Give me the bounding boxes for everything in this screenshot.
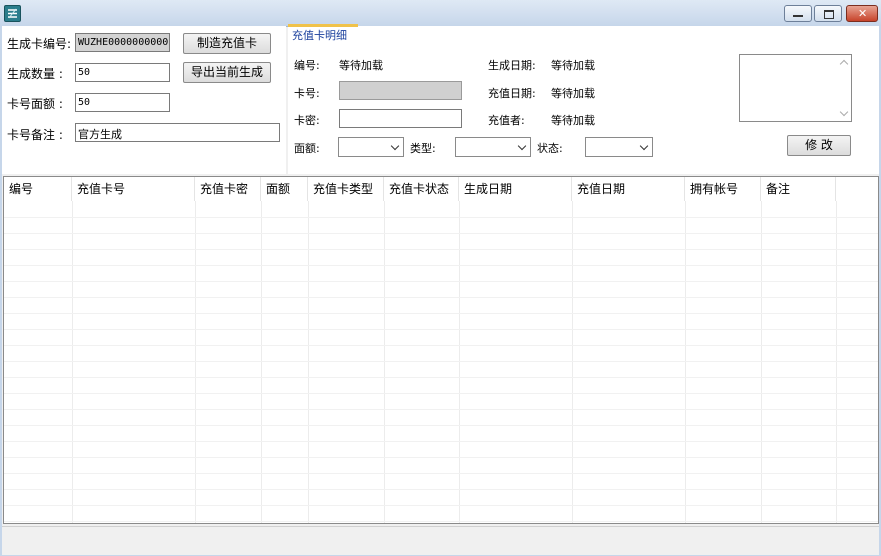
status-filter-label: 状态:: [537, 142, 563, 155]
export-current-button[interactable]: 导出当前生成: [183, 62, 271, 83]
recharger-value: 等待加载: [551, 114, 595, 127]
remark-label: 卡号备注 :: [7, 128, 63, 142]
recharge-date-label: 充值日期:: [488, 87, 536, 100]
recharge-card-grid[interactable]: 编号 充值卡号 充值卡密 面额 充值卡类型 充值卡状态 生成日期 充值日期 拥有…: [3, 176, 879, 524]
detail-remark-textarea[interactable]: [739, 54, 852, 122]
column-header-remark[interactable]: 备注: [761, 177, 836, 201]
detail-password-input[interactable]: [339, 109, 462, 128]
title-bar[interactable]: ✕: [0, 0, 881, 27]
face-value-label: 卡号面额 :: [7, 97, 63, 111]
maximize-button[interactable]: [814, 5, 842, 22]
status-bar: [2, 526, 879, 555]
quantity-input[interactable]: 50: [75, 63, 170, 82]
chevron-down-icon: [390, 141, 400, 151]
type-filter-label: 类型:: [410, 142, 436, 155]
detail-id-value: 等待加载: [339, 59, 383, 72]
amount-select[interactable]: [338, 137, 404, 157]
column-header-recharge-date[interactable]: 充值日期: [572, 177, 685, 201]
chevron-down-icon: [639, 141, 649, 151]
column-header-card-pwd[interactable]: 充值卡密: [195, 177, 261, 201]
recharger-label: 充值者:: [488, 114, 525, 127]
create-date-label: 生成日期:: [488, 59, 536, 72]
card-detail-title: 充值卡明细: [292, 29, 347, 42]
minimize-icon: [793, 15, 803, 17]
grid-header: 编号 充值卡号 充值卡密 面额 充值卡类型 充值卡状态 生成日期 充值日期 拥有…: [4, 177, 878, 201]
column-header-account[interactable]: 拥有帐号: [685, 177, 761, 201]
column-header-amount[interactable]: 面额: [261, 177, 308, 201]
remark-input[interactable]: 官方生成: [75, 123, 280, 142]
column-header-status[interactable]: 充值卡状态: [384, 177, 459, 201]
close-button[interactable]: ✕: [846, 5, 878, 22]
column-header-card-no[interactable]: 充值卡号: [72, 177, 195, 201]
close-icon: ✕: [858, 7, 868, 20]
scroll-up-icon: [839, 59, 849, 69]
app-logo-icon: [4, 5, 21, 22]
detail-card-no-label: 卡号:: [294, 87, 320, 100]
face-value-input[interactable]: 50: [75, 93, 170, 112]
detail-password-label: 卡密:: [294, 114, 320, 127]
detail-card-no-field[interactable]: [339, 81, 462, 100]
column-header-create-date[interactable]: 生成日期: [459, 177, 572, 201]
status-select[interactable]: [585, 137, 653, 157]
type-select[interactable]: [455, 137, 531, 157]
recharge-date-value: 等待加载: [551, 87, 595, 100]
amount-filter-label: 面额:: [294, 142, 320, 155]
maximize-icon: [824, 10, 834, 19]
make-card-button[interactable]: 制造充值卡: [183, 33, 271, 54]
quantity-label: 生成数量 :: [7, 67, 63, 81]
card-code-label: 生成卡编号:: [7, 37, 72, 51]
card-code-input[interactable]: WUZHE0000000000: [75, 33, 170, 52]
modify-button[interactable]: 修 改: [787, 135, 851, 156]
minimize-button[interactable]: [784, 5, 812, 22]
chevron-down-icon: [517, 141, 527, 151]
column-header-type[interactable]: 充值卡类型: [308, 177, 384, 201]
scroll-down-icon: [839, 107, 849, 117]
detail-id-label: 编号:: [294, 59, 320, 72]
column-header-id[interactable]: 编号: [4, 177, 72, 201]
grid-body: [4, 201, 878, 523]
create-date-value: 等待加载: [551, 59, 595, 72]
